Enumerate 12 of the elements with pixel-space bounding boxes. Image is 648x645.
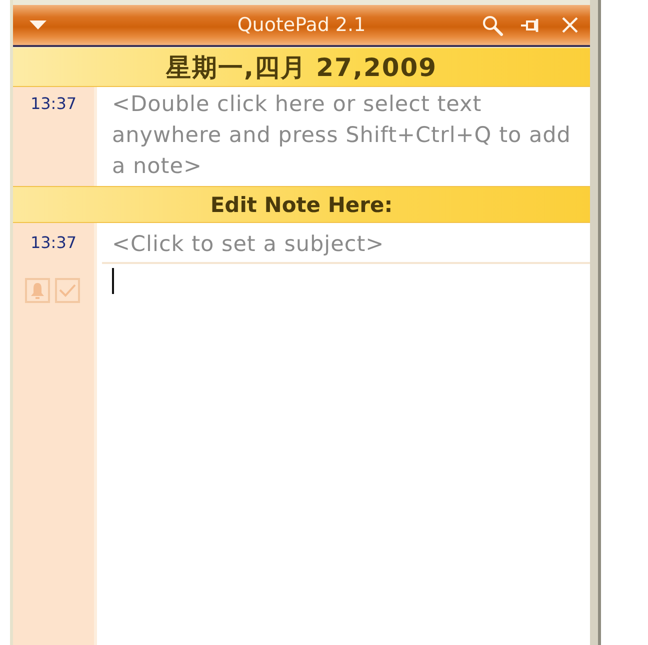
close-icon[interactable] <box>562 17 578 33</box>
edit-note-title: Edit Note Here: <box>210 192 393 216</box>
window-title: QuotePad 2.1 <box>237 14 366 36</box>
check-icon[interactable] <box>54 278 80 303</box>
note-time: 13:37 <box>30 94 77 113</box>
pin-icon[interactable] <box>521 18 540 32</box>
search-icon[interactable] <box>482 14 503 36</box>
date-text: 星期一,四月 27,2009 <box>166 52 438 84</box>
menu-caret-icon[interactable] <box>29 20 47 30</box>
note-text[interactable]: <Double click here or select text anywhere and press Shift+Ctrl+Q to add a note> <box>97 87 590 186</box>
editor-time: 13:37 <box>30 233 77 252</box>
text-cursor-icon <box>112 268 114 294</box>
